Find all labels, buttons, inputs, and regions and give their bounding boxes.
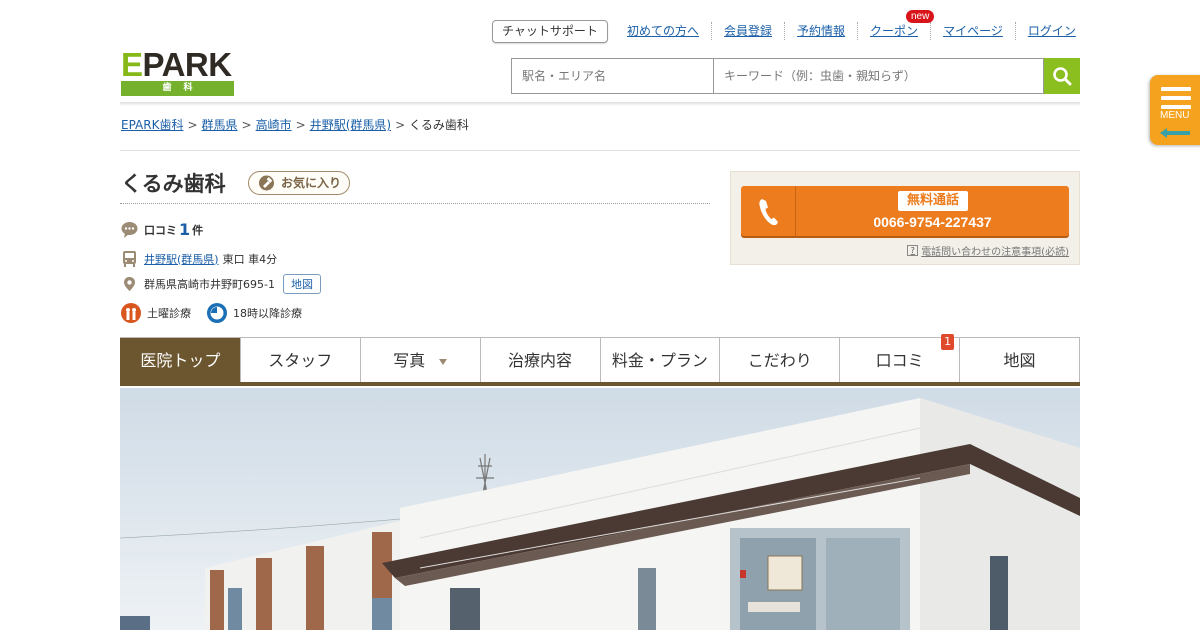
pin-icon xyxy=(259,175,274,191)
breadcrumb: EPARK歯科 > 群馬県 > 高崎市 > 井野駅(群馬県) > くるみ歯科 xyxy=(121,118,469,132)
phone-panel: 無料通話 0066-9754-227437 ? 電話問い合わせの注意事項(必読) xyxy=(730,171,1080,265)
search-button[interactable] xyxy=(1044,58,1080,94)
clinic-name: くるみ歯科 xyxy=(121,172,226,196)
coupon-new-badge: new xyxy=(906,10,935,23)
menu-label: MENU xyxy=(1160,110,1190,121)
address-row: 群馬県高崎市井野町695-1 地図 xyxy=(121,274,321,294)
logo-wordmark: EPARK xyxy=(121,46,233,83)
search-icon xyxy=(1053,67,1072,86)
free-call-button[interactable]: 無料通話 0066-9754-227437 xyxy=(741,186,1069,236)
tab-features[interactable]: こだわり xyxy=(719,338,840,383)
breadcrumb-current: くるみ歯科 xyxy=(409,118,469,132)
tab-label: 料金・プラン xyxy=(611,351,708,370)
speech-bubble-icon xyxy=(121,222,138,238)
logo-subtitle: 歯科 xyxy=(121,81,234,96)
favorite-button[interactable]: お気に入り xyxy=(248,171,350,195)
nav-coupon[interactable]: クーポン xyxy=(857,22,930,40)
saturday-icon xyxy=(121,303,141,323)
tab-label: こだわり xyxy=(747,351,812,370)
arrow-left-icon xyxy=(1160,128,1190,138)
tab-label: 写真 xyxy=(393,351,426,370)
search-bar: 駅名・エリア名 キーワード（例：虫歯・親知らず） xyxy=(511,58,1080,94)
feature-saturday: 土曜診療 xyxy=(121,303,191,323)
top-nav: 初めての方へ 会員登録 予約情報 クーポン マイページ ログイン xyxy=(615,22,1088,40)
nav-mypage[interactable]: マイページ xyxy=(930,22,1015,40)
phone-number: 0066-9754-227437 xyxy=(873,214,992,230)
feature-evening: 18時以降診療 xyxy=(207,303,302,323)
tab-treatment[interactable]: 治療内容 xyxy=(479,338,600,383)
nav-first-time[interactable]: 初めての方へ xyxy=(615,22,711,40)
feature-saturday-label: 土曜診療 xyxy=(147,307,191,320)
tab-label: 地図 xyxy=(1003,351,1036,370)
access-row: 井野駅(群馬県) 東口 車4分 xyxy=(121,250,277,267)
review-row: 口コミ 1 件 xyxy=(121,220,203,239)
keyword-search-input[interactable]: キーワード（例：虫歯・親知らず） xyxy=(713,58,1044,94)
tab-label: 医院トップ xyxy=(140,351,221,370)
side-menu-button[interactable]: MENU xyxy=(1150,75,1200,145)
location-pin-icon xyxy=(124,276,135,291)
map-button[interactable]: 地図 xyxy=(282,274,321,294)
review-count[interactable]: 1 xyxy=(179,220,190,239)
epark-logo[interactable]: EPARK 歯科 xyxy=(121,46,234,96)
nav-login[interactable]: ログイン xyxy=(1014,22,1088,40)
clock-icon xyxy=(207,303,227,323)
chat-support-button[interactable]: チャットサポート xyxy=(492,20,608,43)
review-unit: 件 xyxy=(192,223,204,237)
review-count-badge: 1 xyxy=(941,334,955,350)
tab-pricing[interactable]: 料金・プラン xyxy=(599,338,720,383)
header-divider xyxy=(120,102,1080,106)
phone-note-text: 電話問い合わせの注意事項(必読) xyxy=(921,247,1069,258)
breadcrumb-link[interactable]: 井野駅(群馬県) xyxy=(310,118,391,132)
breadcrumb-divider xyxy=(120,150,1080,151)
logo-text-rest: PARK xyxy=(142,46,233,83)
caret-down-icon xyxy=(439,358,448,365)
address: 群馬県高崎市井野町695-1 xyxy=(144,278,275,291)
clinic-tabs: 医院トップ スタッフ 写真 治療内容 料金・プラン こだわり 口コミ 1 地図 xyxy=(120,334,1080,383)
breadcrumb-link[interactable]: 群馬県 xyxy=(202,118,238,132)
access-info: 東口 車4分 xyxy=(222,252,278,266)
breadcrumb-link[interactable]: 高崎市 xyxy=(256,118,292,132)
features-row: 土曜診療 18時以降診療 xyxy=(121,303,318,323)
help-icon: ? xyxy=(907,245,919,256)
name-divider xyxy=(120,203,710,204)
nav-register[interactable]: 会員登録 xyxy=(711,22,784,40)
area-search-input[interactable]: 駅名・エリア名 xyxy=(511,58,713,94)
phone-icon-area xyxy=(741,186,796,236)
station-link[interactable]: 井野駅(群馬県) xyxy=(144,251,219,267)
favorite-label: お気に入り xyxy=(281,176,342,190)
tab-staff[interactable]: スタッフ xyxy=(239,338,360,383)
tab-label: スタッフ xyxy=(268,351,333,370)
breadcrumb-link[interactable]: EPARK歯科 xyxy=(121,118,183,132)
tab-top[interactable]: 医院トップ xyxy=(120,338,240,383)
tab-reviews[interactable]: 口コミ 1 xyxy=(839,334,960,383)
building-illustration xyxy=(120,388,1080,630)
tab-label: 治療内容 xyxy=(508,351,573,370)
feature-evening-label: 18時以降診療 xyxy=(233,307,302,320)
tab-label: 口コミ xyxy=(875,351,924,370)
phone-note-link[interactable]: ? 電話問い合わせの注意事項(必読) xyxy=(907,243,1069,258)
bus-icon xyxy=(123,251,136,267)
tabs-underline xyxy=(120,382,1080,386)
phone-icon xyxy=(759,199,778,226)
tab-photos[interactable]: 写真 xyxy=(359,338,480,383)
clinic-building-photo xyxy=(120,388,1080,630)
tab-map[interactable]: 地図 xyxy=(959,338,1079,383)
free-call-badge: 無料通話 xyxy=(898,191,968,211)
review-label: 口コミ xyxy=(144,223,177,237)
nav-reservation[interactable]: 予約情報 xyxy=(784,22,857,40)
